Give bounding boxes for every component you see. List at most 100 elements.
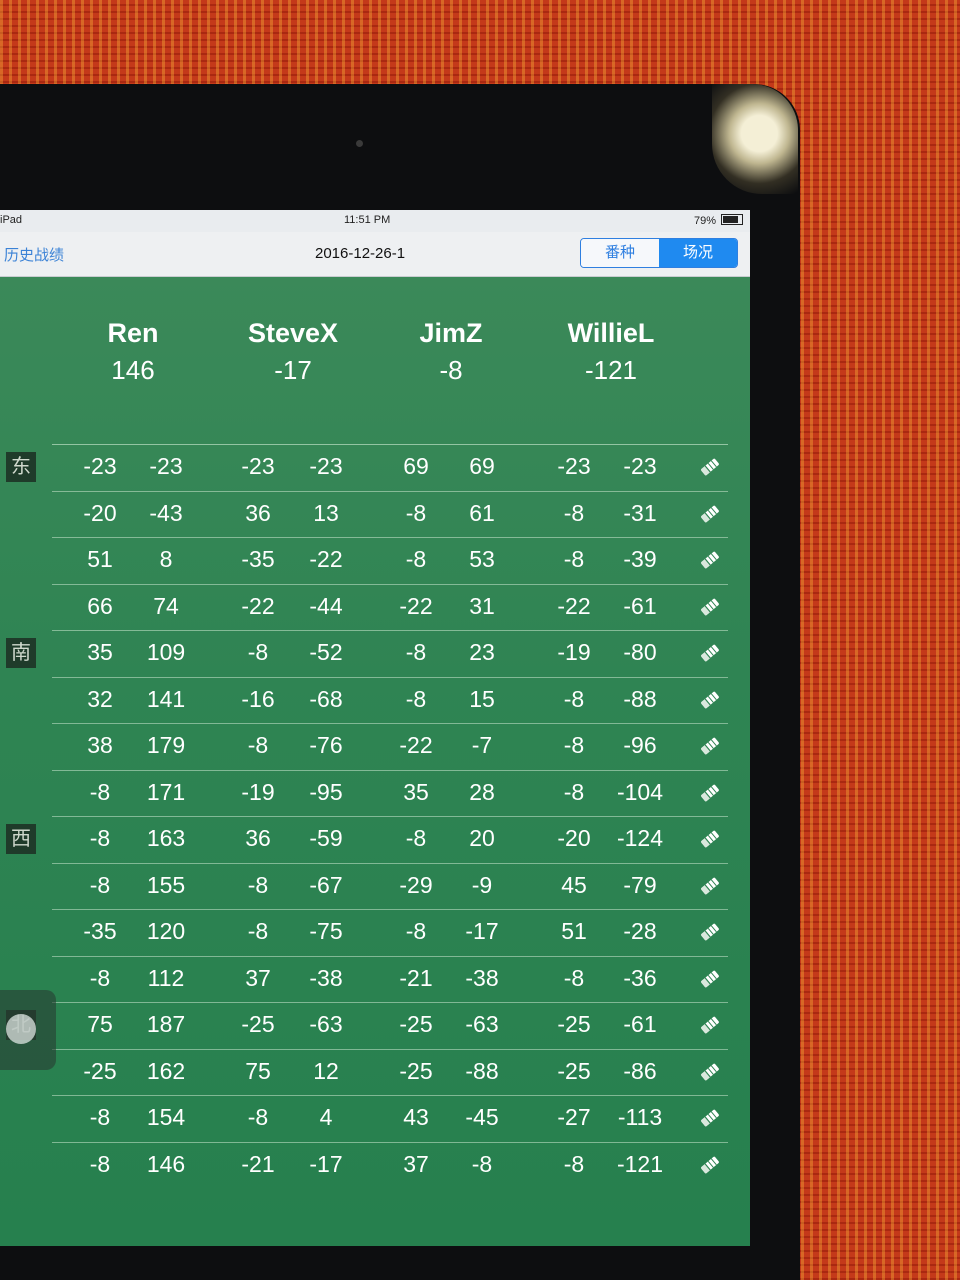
running-total-cell: 146 [146, 1150, 186, 1177]
running-total-cell: -17 [309, 1150, 343, 1177]
hand-score-cell: -19 [557, 639, 591, 665]
hand-score-cell: -8 [563, 499, 585, 526]
view-segmented-control[interactable]: 番种 场况 [580, 238, 738, 268]
running-total-cell: 163 [146, 825, 186, 851]
history-back-button[interactable]: 历史战绩 [4, 244, 64, 265]
player-total: -17 [274, 355, 312, 385]
running-total-cell: -38 [465, 964, 499, 991]
hand-score-cell: -25 [557, 1011, 591, 1037]
running-total-cell: 171 [146, 778, 186, 805]
running-total-cell: -88 [623, 685, 657, 712]
edit-hand-icon[interactable] [698, 781, 722, 805]
running-total-cell: 28 [469, 778, 495, 805]
hand-score-cell: -25 [83, 1057, 117, 1084]
running-total-cell: -23 [149, 453, 183, 479]
hand-score-cell: -8 [89, 778, 111, 805]
hand-score-cell: 66 [87, 592, 113, 619]
hand-score-cell: -8 [405, 825, 427, 851]
hand-score-cell: -8 [563, 778, 585, 805]
running-total-cell: -95 [309, 778, 343, 805]
running-total-cell: -63 [465, 1011, 499, 1037]
round-wind-label: 西 [6, 824, 36, 854]
hand-score-cell: -8 [405, 639, 427, 665]
player-column-header: JimZ -8 [376, 318, 526, 386]
player-name: JimZ [419, 318, 483, 348]
hand-score-cell: -8 [89, 871, 111, 898]
hand-score-cell: -20 [83, 499, 117, 526]
hand-score-cell: -8 [89, 1150, 111, 1177]
edit-hand-icon[interactable] [698, 548, 722, 572]
running-total-cell: -61 [623, 1011, 657, 1037]
camera-lens [356, 140, 363, 147]
player-name: SteveX [247, 318, 339, 348]
hand-score-cell: 51 [87, 546, 113, 572]
running-total-cell: 12 [313, 1057, 339, 1084]
score-row: 西 -8 163 36 -59 -8 20 -20 -124 [6, 816, 728, 863]
hand-score-cell: -8 [247, 732, 269, 758]
edit-hand-icon[interactable] [698, 455, 722, 479]
running-total-cell: -23 [623, 453, 657, 479]
segment-fan-types[interactable]: 番种 [581, 239, 659, 267]
hand-score-cell: 36 [245, 499, 271, 526]
hand-score-cell: -8 [247, 1104, 269, 1130]
hand-score-cell: -8 [89, 1104, 111, 1130]
hand-score-cell: 38 [87, 732, 113, 758]
running-total-cell: 4 [319, 1104, 333, 1130]
battery-status: 79% [694, 214, 744, 227]
assistive-touch-button[interactable] [0, 990, 56, 1070]
running-total-cell: -80 [623, 639, 657, 665]
hand-score-cell: -20 [557, 825, 591, 851]
home-button-glare [712, 84, 798, 194]
hand-score-cell: -8 [89, 825, 111, 851]
running-total-cell: -59 [309, 825, 343, 851]
edit-hand-icon[interactable] [698, 1106, 722, 1130]
running-total-cell: -31 [623, 499, 657, 526]
running-total-cell: 187 [146, 1011, 186, 1037]
edit-hand-icon[interactable] [698, 967, 722, 991]
hand-score-cell: 69 [403, 453, 429, 479]
navigation-bar: 历史战绩 2016-12-26-1 番种 场况 [0, 232, 750, 277]
edit-hand-icon[interactable] [698, 734, 722, 758]
edit-hand-icon[interactable] [698, 874, 722, 898]
edit-hand-icon[interactable] [698, 502, 722, 526]
running-total-cell: -8 [471, 1150, 493, 1177]
hand-score-cell: -35 [83, 918, 117, 944]
score-row: -8 155 -8 -67 -29 -9 45 -79 [52, 862, 728, 910]
running-total-cell: 154 [146, 1104, 186, 1130]
running-total-cell: -17 [465, 918, 499, 944]
edit-hand-icon[interactable] [698, 1013, 722, 1037]
hand-score-cell: -25 [557, 1057, 591, 1084]
score-row: -8 146 -21 -17 37 -8 -8 -121 [52, 1141, 728, 1189]
hand-score-cell: -8 [563, 685, 585, 712]
hand-score-cell: 37 [245, 964, 271, 991]
score-row: -8 171 -19 -95 35 28 -8 -104 [52, 769, 728, 817]
running-total-cell: -44 [309, 592, 343, 619]
running-total-cell: 141 [146, 685, 186, 712]
edit-hand-icon[interactable] [698, 641, 722, 665]
hand-score-cell: -29 [399, 871, 433, 898]
edit-hand-icon[interactable] [698, 1153, 722, 1177]
score-row: 38 179 -8 -76 -22 -7 -8 -96 [52, 723, 728, 770]
segment-game-status[interactable]: 场况 [659, 239, 737, 267]
edit-hand-icon[interactable] [698, 688, 722, 712]
score-table: 东 -23 -23 -23 -23 69 69 -23 -23 -20 -43 36 13 -8 61 -8-… [0, 444, 750, 1188]
running-total-cell: -96 [623, 732, 657, 758]
hand-score-cell: 75 [245, 1057, 271, 1084]
score-row: 北75187-25-63-25-63-25-61 [6, 1002, 728, 1049]
hand-score-cell: -8 [405, 546, 427, 572]
running-total-cell: 20 [469, 825, 495, 851]
edit-hand-icon[interactable] [698, 920, 722, 944]
edit-hand-icon[interactable] [698, 1060, 722, 1084]
hand-score-cell: -25 [399, 1057, 433, 1084]
hand-score-cell: -8 [405, 499, 427, 526]
page-title: 2016-12-26-1 [315, 245, 406, 262]
hand-score-cell: 45 [561, 871, 587, 898]
edit-hand-icon[interactable] [698, 827, 722, 851]
player-total: -121 [584, 355, 638, 385]
hand-score-cell: -8 [563, 964, 585, 991]
running-total-cell: -22 [309, 546, 343, 572]
hand-score-cell: -21 [399, 964, 433, 991]
edit-hand-icon[interactable] [698, 595, 722, 619]
running-total-cell: 13 [313, 499, 339, 526]
hand-score-cell: 36 [245, 825, 271, 851]
